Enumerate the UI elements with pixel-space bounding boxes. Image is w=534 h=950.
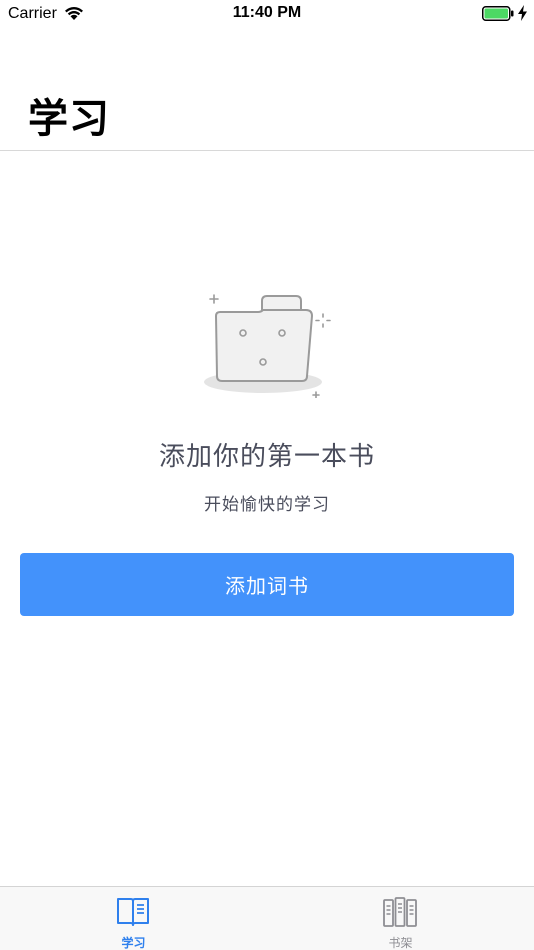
navigation-header: 学习 [0,28,534,151]
battery-icon [482,6,514,21]
tab-bookshelf-label: 书架 [388,936,413,950]
tab-study-label: 学习 [121,936,146,950]
add-book-button[interactable]: 添加词书 [20,553,514,616]
app-screen: Carrier 11:40 PM 学习 添加你的第一本书 开始愉快的学习 添加词… [0,0,534,950]
clock: 11:40 PM [232,4,302,21]
status-bar: Carrier 11:40 PM [0,0,534,28]
open-book-icon [117,898,149,926]
page-title: 学习 [28,96,110,142]
empty-state-subtitle: 开始愉快的学习 [204,495,330,515]
empty-state-title: 添加你的第一本书 [158,442,375,472]
bookshelf-icon [383,897,417,927]
empty-folder-icon [204,294,331,398]
tab-bookshelf[interactable]: 书架 [267,887,534,950]
tab-study[interactable]: 学习 [0,887,267,950]
tab-bar: 学习 书架 [0,886,534,950]
charging-bolt-icon [518,5,527,21]
